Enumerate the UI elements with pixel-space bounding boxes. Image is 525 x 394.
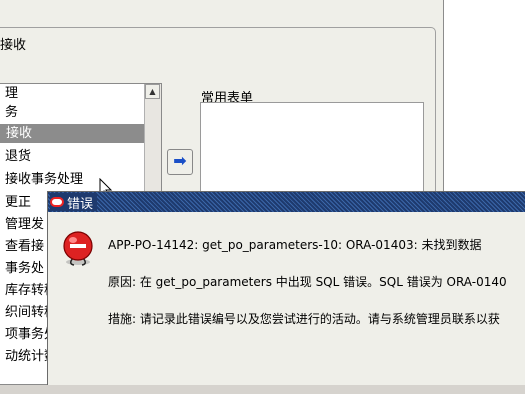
list-item[interactable]: 接收事务处理 xyxy=(5,170,83,189)
right-panel-upper xyxy=(444,0,525,193)
list-item[interactable]: 务 xyxy=(5,103,18,122)
right-arrow-icon: ➡ xyxy=(173,151,187,170)
dialog-title: 错误 xyxy=(67,196,94,212)
list-item[interactable]: 理 xyxy=(5,84,18,103)
list-item[interactable]: 查看接 xyxy=(5,237,44,256)
add-to-favorites-button[interactable]: ➡ xyxy=(167,149,193,175)
list-item-selected[interactable]: 接收 xyxy=(0,124,149,143)
bottom-edge xyxy=(0,385,525,394)
list-item[interactable]: 退货 xyxy=(5,147,31,166)
error-dialog: 错误 APP-PO-14142: get_po_parameters-10: O… xyxy=(47,191,525,391)
oracle-logo-icon xyxy=(50,197,64,207)
list-item[interactable]: 更正 xyxy=(5,193,31,212)
scroll-up-arrow-icon[interactable]: ▲ xyxy=(145,84,160,99)
group-title: 接收 xyxy=(0,38,27,53)
error-message-code: APP-PO-14142: get_po_parameters-10: ORA-… xyxy=(108,238,482,252)
stop-sign-icon xyxy=(63,231,93,266)
error-cause: 原因: 在 get_po_parameters 中出现 SQL 错误。SQL 错… xyxy=(108,275,507,289)
error-action: 措施: 请记录此错误编号以及您尝试进行的活动。请与系统管理员联系以获 xyxy=(108,312,500,326)
dialog-titlebar[interactable]: 错误 xyxy=(48,192,525,212)
list-item[interactable]: 管理发 xyxy=(5,215,44,234)
list-item[interactable]: 事务处 xyxy=(5,259,44,278)
